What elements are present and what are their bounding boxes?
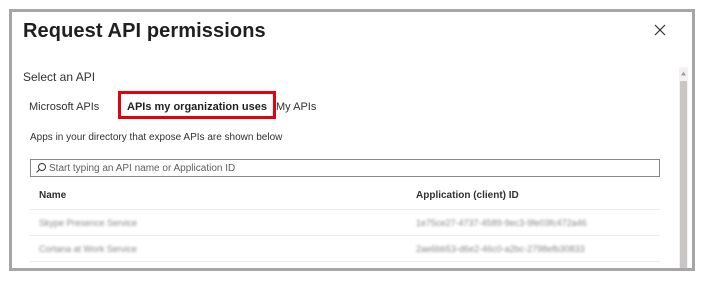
- column-header-application-id: Application (client) ID: [416, 190, 519, 201]
- select-api-label: Select an API: [23, 70, 96, 84]
- api-list-description: Apps in your directory that expose APIs …: [30, 132, 283, 143]
- column-header-name: Name: [39, 190, 67, 201]
- request-api-permissions-dialog: Request API permissions Select an API Mi…: [9, 9, 695, 271]
- dialog-title: Request API permissions: [23, 20, 266, 42]
- api-search-input[interactable]: [47, 160, 651, 176]
- row-api-name: Cortana at Work Service: [39, 244, 137, 254]
- vertical-scrollbar[interactable]: [679, 67, 688, 268]
- tab-microsoft-apis[interactable]: Microsoft APIs: [29, 94, 99, 120]
- search-icon: [36, 163, 46, 173]
- row-application-id: 2ae6bb53-d6e2-46c0-a2bc-2798efb30833: [416, 244, 585, 254]
- api-table: Name Application (client) ID Skype Prese…: [30, 185, 660, 262]
- screenshot-frame: Request API permissions Select an API Mi…: [0, 0, 704, 286]
- row-application-id: 1e75ce27-4737-4589-9ec3-9fe03fc472a46: [416, 218, 587, 228]
- api-search-box[interactable]: [30, 159, 660, 177]
- close-icon: [654, 24, 666, 36]
- row-api-name: Skype Presence Service: [39, 218, 138, 228]
- scrollbar-thumb[interactable]: [680, 81, 687, 268]
- table-row[interactable]: Skype Presence Service 1e75ce27-4737-458…: [30, 210, 660, 236]
- tab-apis-my-organization-uses[interactable]: APIs my organization uses: [118, 91, 276, 119]
- scroll-up-arrow-icon[interactable]: [680, 70, 687, 77]
- close-button[interactable]: [653, 23, 667, 37]
- tab-my-apis[interactable]: My APIs: [276, 94, 316, 120]
- table-header: Name Application (client) ID: [30, 185, 660, 210]
- table-row[interactable]: Cortana at Work Service 2ae6bb53-d6e2-46…: [30, 236, 660, 262]
